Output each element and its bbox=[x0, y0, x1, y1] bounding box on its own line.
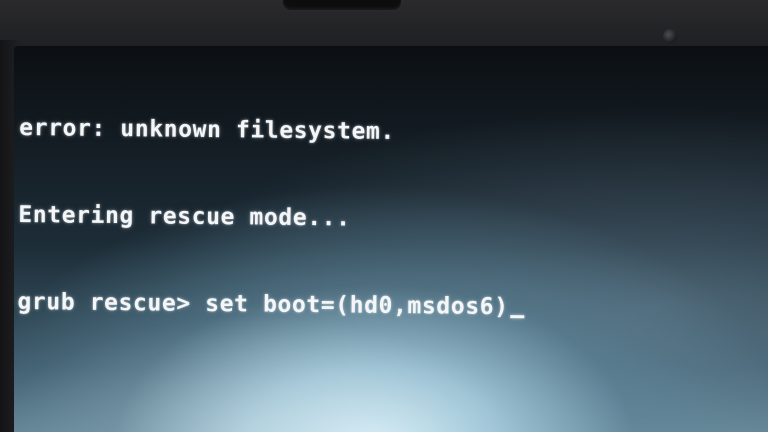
command-line[interactable]: grub rescue> set boot=(hd0,msdos6) bbox=[17, 288, 525, 322]
typed-command[interactable]: set boot=(hd0,msdos6) bbox=[205, 291, 509, 320]
error-message: error: unknown filesystem. bbox=[19, 114, 396, 145]
screen: error: unknown filesystem. Entering resc… bbox=[14, 46, 768, 432]
monitor-photo: error: unknown filesystem. Entering resc… bbox=[0, 0, 768, 432]
webcam-icon bbox=[663, 29, 677, 43]
grub-rescue-prompt: grub rescue> bbox=[17, 288, 191, 317]
rescue-mode-message: Entering rescue mode... bbox=[18, 201, 351, 232]
text-cursor bbox=[510, 315, 525, 319]
grub-rescue-console[interactable]: error: unknown filesystem. Entering resc… bbox=[17, 56, 528, 380]
bezel-notch bbox=[283, 0, 401, 10]
